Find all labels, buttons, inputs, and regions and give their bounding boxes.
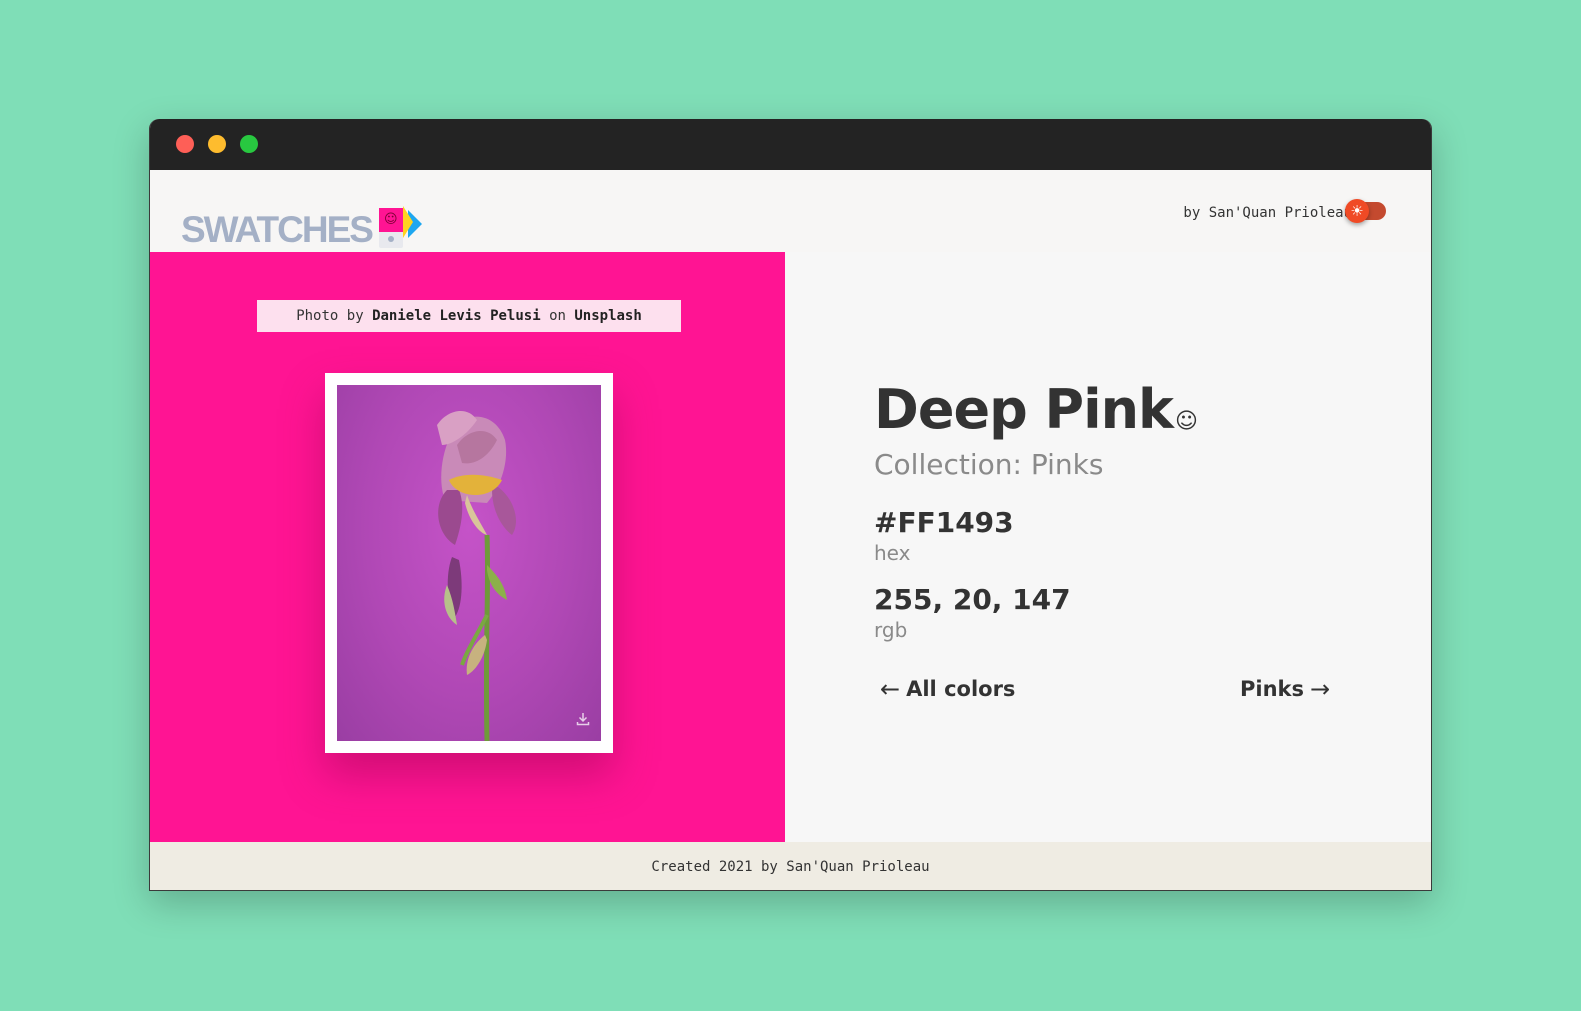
sun-icon: ☀ (1345, 199, 1369, 223)
color-details-panel: Deep Pink☺ Collection: Pinks #FF1493 hex… (785, 252, 1431, 842)
hex-value: #FF1493 (874, 506, 1014, 539)
arrow-right-icon: → (1310, 675, 1331, 703)
photo-credit: Photo by Daniele Levis Pelusi on Unsplas… (257, 300, 681, 332)
swatches-logo[interactable]: SWATCHES ☺ (181, 200, 428, 248)
site-footer: Created 2021 by San'Quan Prioleau (150, 842, 1431, 890)
title-bar (150, 119, 1431, 170)
maximize-window-button[interactable] (240, 135, 258, 153)
swatch-panel: Photo by Daniele Levis Pelusi on Unsplas… (150, 252, 785, 842)
author-byline: by San'Quan Prioleau (1183, 205, 1352, 221)
swatches-logo-icon: ☺ (378, 204, 428, 252)
flower-photo (337, 385, 601, 741)
pinks-label: Pinks (1240, 676, 1305, 701)
close-window-button[interactable] (176, 135, 194, 153)
browser-window: SWATCHES ☺ by San'Quan Prioleau ☀ Photo … (149, 119, 1432, 891)
credit-middle: on (540, 308, 575, 324)
minimize-window-button[interactable] (208, 135, 226, 153)
color-name-heading: Deep Pink☺ (874, 383, 1198, 437)
pinks-collection-link[interactable]: Pinks → (1240, 677, 1330, 701)
all-colors-link[interactable]: ← All colors (880, 677, 1015, 701)
hex-label: hex (874, 541, 911, 565)
all-colors-label: All colors (906, 676, 1016, 701)
arrow-left-icon: ← (880, 675, 901, 703)
logo-text: SWATCHES (181, 209, 374, 250)
smiley-icon: ☺ (1174, 409, 1198, 434)
site-header: SWATCHES ☺ by San'Quan Prioleau ☀ (150, 170, 1431, 252)
collection-label: Collection: Pinks (874, 448, 1104, 481)
footer-text: Created 2021 by San'Quan Prioleau (651, 858, 930, 875)
rgb-label: rgb (874, 618, 908, 642)
download-icon[interactable] (575, 711, 591, 727)
photo-frame (325, 373, 613, 753)
unsplash-link[interactable]: Unsplash (574, 308, 641, 324)
theme-toggle[interactable]: ☀ (1345, 199, 1386, 223)
rgb-value: 255, 20, 147 (874, 583, 1071, 616)
color-name: Deep Pink (874, 378, 1174, 441)
credit-prefix: Photo by (296, 308, 373, 324)
photo-author-link[interactable]: Daniele Levis Pelusi (372, 308, 541, 324)
